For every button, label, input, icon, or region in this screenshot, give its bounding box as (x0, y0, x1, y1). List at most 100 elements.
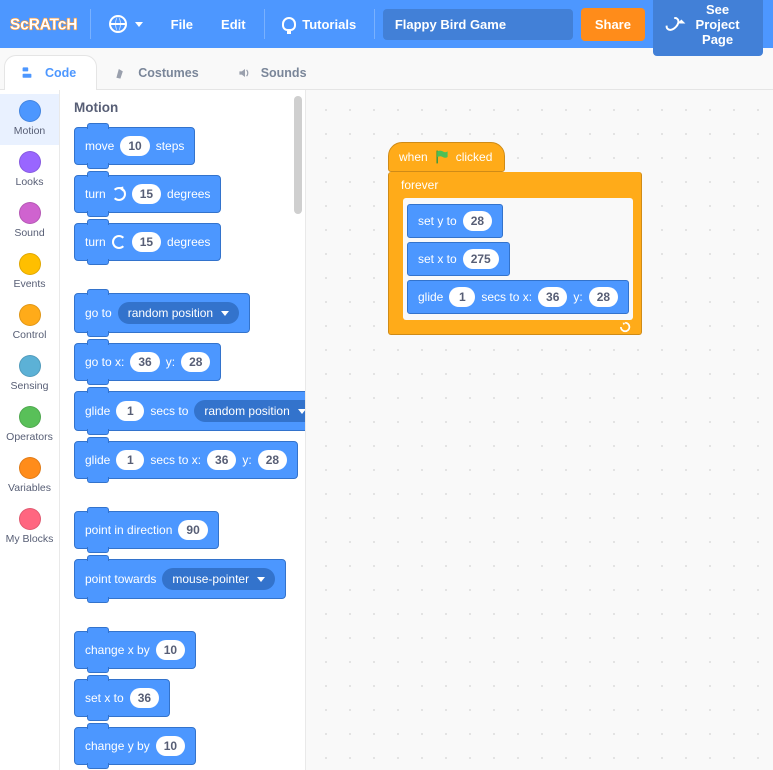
share-button[interactable]: Share (581, 8, 645, 41)
block-set-x[interactable]: set x to275 (407, 242, 510, 276)
glide-x-input[interactable]: 36 (538, 287, 567, 307)
myblocks-dot-icon (19, 508, 41, 530)
glide-secs-input[interactable]: 1 (116, 450, 144, 470)
point-towards-dropdown[interactable]: mouse-pointer (162, 568, 275, 590)
category-motion[interactable]: Motion (0, 94, 59, 145)
palette-scrollbar[interactable] (294, 96, 302, 214)
green-flag-icon (434, 149, 450, 165)
chevron-down-icon (221, 311, 229, 316)
block-set-x[interactable]: set x to36 (74, 679, 170, 717)
category-events[interactable]: Events (0, 247, 59, 298)
sensing-dot-icon (19, 355, 41, 377)
block-set-y[interactable]: set y to28 (407, 204, 503, 238)
palette-scroll[interactable]: Motion move10steps turn15degrees turn15d… (60, 90, 305, 770)
costumes-icon (114, 65, 130, 81)
category-label: Control (13, 329, 47, 341)
block-move-steps[interactable]: move10steps (74, 127, 195, 165)
category-label: Sensing (11, 380, 49, 392)
block-category-column: Motion Looks Sound Events Control Sensin… (0, 90, 60, 770)
point-direction-input[interactable]: 90 (178, 520, 207, 540)
block-forever[interactable]: forever set y to28 set x to275 glide1sec… (388, 172, 642, 335)
glide-x-input[interactable]: 36 (207, 450, 236, 470)
sound-dot-icon (19, 202, 41, 224)
divider (374, 9, 375, 39)
goto-y-input[interactable]: 28 (181, 352, 210, 372)
see-project-page-label: See Project Page (686, 2, 749, 47)
glide-secs-input[interactable]: 1 (116, 401, 144, 421)
set-x-input[interactable]: 36 (130, 688, 159, 708)
variables-dot-icon (19, 457, 41, 479)
svg-text:ScRATcH: ScRATcH (10, 16, 77, 33)
category-variables[interactable]: Variables (0, 451, 59, 502)
globe-icon (109, 15, 127, 33)
language-menu[interactable] (99, 9, 153, 39)
goto-x-input[interactable]: 36 (130, 352, 159, 372)
scratch-logo-icon: ScRATcH (10, 11, 82, 37)
divider (264, 9, 265, 39)
project-title-input[interactable] (383, 9, 573, 40)
block-when-flag-clicked[interactable]: when clicked (388, 142, 505, 172)
category-operators[interactable]: Operators (0, 400, 59, 451)
block-glide-xy[interactable]: glide1secs to x:36y:28 (74, 441, 298, 479)
block-glide-xy[interactable]: glide1secs to x:36y:28 (407, 280, 629, 314)
block-glide-menu[interactable]: glide1secs torandom position (74, 391, 305, 431)
glide-target-dropdown[interactable]: random position (194, 400, 305, 422)
tab-costumes[interactable]: Costumes (97, 55, 219, 90)
set-y-input[interactable]: 28 (463, 211, 492, 231)
block-turn-ccw[interactable]: turn15degrees (74, 223, 221, 261)
tab-code[interactable]: Code (4, 55, 97, 90)
category-sound[interactable]: Sound (0, 196, 59, 247)
rotate-ccw-icon (112, 235, 126, 249)
chevron-down-icon (298, 409, 305, 414)
forever-body[interactable]: set y to28 set x to275 glide1secs to x:3… (403, 198, 633, 320)
operators-dot-icon (19, 406, 41, 428)
block-palette: Motion move10steps turn15degrees turn15d… (60, 90, 306, 770)
category-label: Sound (14, 227, 44, 239)
palette-category-title: Motion (74, 100, 291, 115)
category-control[interactable]: Control (0, 298, 59, 349)
turn-ccw-input[interactable]: 15 (132, 232, 161, 252)
category-looks[interactable]: Looks (0, 145, 59, 196)
script-workspace[interactable]: when clicked forever set y to28 set x to… (306, 90, 773, 770)
category-label: Operators (6, 431, 53, 443)
lightbulb-icon (282, 17, 296, 31)
tutorials-label: Tutorials (302, 17, 356, 32)
chevron-down-icon (135, 22, 143, 27)
glide-secs-input[interactable]: 1 (449, 287, 475, 307)
block-point-direction[interactable]: point in direction90 (74, 511, 219, 549)
see-project-page-button[interactable]: See Project Page (653, 0, 763, 56)
chevron-down-icon (257, 577, 265, 582)
loop-arrow-icon (619, 321, 633, 333)
category-label: Motion (14, 125, 46, 137)
menu-bar: ScRATcH File Edit Tutorials Share See Pr… (0, 0, 773, 48)
block-goto-menu[interactable]: go torandom position (74, 293, 250, 333)
main-area: Motion Looks Sound Events Control Sensin… (0, 90, 773, 770)
block-change-y[interactable]: change y by10 (74, 727, 196, 765)
set-x-input[interactable]: 275 (463, 249, 499, 269)
block-change-x[interactable]: change x by10 (74, 631, 196, 669)
edit-menu[interactable]: Edit (211, 11, 256, 38)
block-point-towards[interactable]: point towardsmouse-pointer (74, 559, 286, 599)
goto-target-dropdown[interactable]: random position (118, 302, 239, 324)
remix-icon (663, 14, 682, 33)
category-sensing[interactable]: Sensing (0, 349, 59, 400)
glide-y-input[interactable]: 28 (589, 287, 618, 307)
script-stack[interactable]: when clicked forever set y to28 set x to… (388, 142, 642, 335)
turn-cw-input[interactable]: 15 (132, 184, 161, 204)
divider (90, 9, 91, 39)
block-turn-cw[interactable]: turn15degrees (74, 175, 221, 213)
block-goto-xy[interactable]: go to x:36y:28 (74, 343, 221, 381)
tutorials-button[interactable]: Tutorials (272, 11, 366, 38)
category-label: Looks (15, 176, 43, 188)
category-label: My Blocks (6, 533, 54, 545)
motion-dot-icon (19, 100, 41, 122)
tab-sounds[interactable]: Sounds (220, 55, 328, 90)
glide-y-input[interactable]: 28 (258, 450, 287, 470)
move-steps-input[interactable]: 10 (120, 136, 149, 156)
change-y-input[interactable]: 10 (156, 736, 185, 756)
file-menu[interactable]: File (161, 11, 203, 38)
scratch-logo[interactable]: ScRATcH (10, 9, 82, 39)
category-label: Variables (8, 482, 51, 494)
category-my-blocks[interactable]: My Blocks (0, 502, 59, 553)
change-x-input[interactable]: 10 (156, 640, 185, 660)
